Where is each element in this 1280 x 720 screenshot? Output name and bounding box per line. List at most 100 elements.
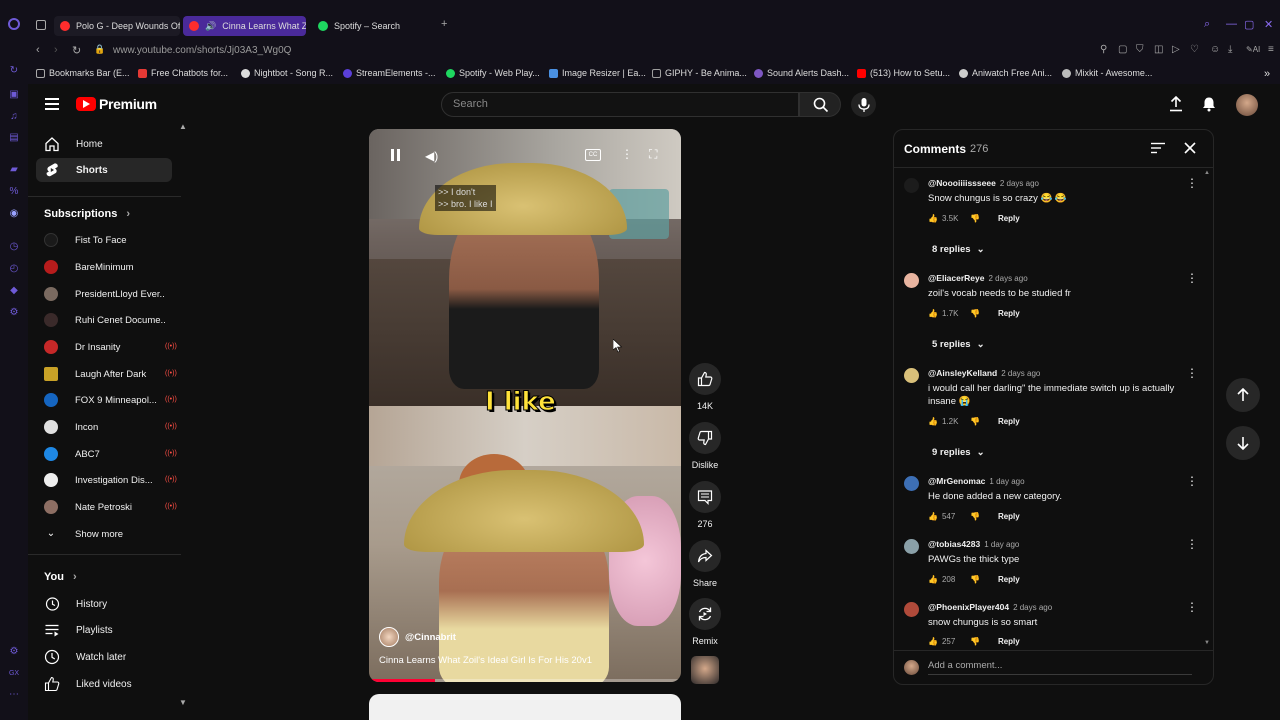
bag-icon[interactable]: ▣ — [7, 88, 21, 102]
ai-icon[interactable]: ✎AI — [1246, 45, 1262, 55]
subscription-item[interactable]: Incon ((•)) — [44, 417, 177, 437]
scroll-up-caret-icon[interactable]: ▲ — [1204, 170, 1210, 176]
reply-button[interactable]: Reply — [998, 417, 1020, 426]
heart-icon[interactable]: ♡ — [1190, 45, 1200, 55]
comment-author[interactable]: @Noooiiiissseee 2 days ago — [928, 178, 1039, 188]
comment-menu-icon[interactable]: ⋮ — [1186, 538, 1198, 550]
thumbs-up-icon[interactable]: 👍 — [928, 214, 938, 223]
comment-menu-icon[interactable]: ⋮ — [1186, 367, 1198, 379]
dislike-action[interactable]: Dislike — [687, 422, 723, 470]
tab-manager-icon[interactable] — [36, 20, 46, 30]
nav-history[interactable]: History — [36, 592, 172, 616]
comment-author[interactable]: @AinsleyKelland 2 days ago — [928, 368, 1040, 378]
thumbs-down-icon[interactable]: 👎 — [970, 575, 980, 584]
search-button[interactable] — [799, 92, 841, 117]
minimize-icon[interactable]: — — [1226, 18, 1237, 30]
thumbs-down-icon[interactable]: 👎 — [970, 512, 980, 521]
close-icon[interactable] — [1183, 141, 1197, 155]
subscriptions-heading[interactable]: Subscriptions › — [44, 208, 130, 220]
you-heading[interactable]: You › — [44, 571, 77, 583]
account-avatar[interactable] — [1236, 94, 1258, 116]
gx-icon[interactable]: GX — [7, 667, 21, 681]
comment-menu-icon[interactable]: ⋮ — [1186, 602, 1194, 613]
discord-icon[interactable]: ◉ — [7, 207, 21, 221]
settings-gear-icon[interactable]: ⚙ — [7, 306, 21, 320]
nav-playlists[interactable]: Playlists — [36, 618, 172, 642]
volume-icon[interactable]: ◀) — [425, 149, 438, 163]
previous-short-button[interactable] — [1226, 378, 1260, 412]
subscription-item[interactable]: ABC7 ((•)) — [44, 444, 177, 464]
bookmark-item[interactable]: GIPHY - Be Anima... — [652, 68, 747, 78]
subscription-item[interactable]: Dr Insanity ((•)) — [44, 337, 177, 357]
nav-liked-videos[interactable]: Liked videos — [36, 672, 172, 696]
menu-icon[interactable]: ≡ — [1268, 45, 1278, 55]
tiles-icon[interactable]: ▤ — [7, 131, 21, 145]
commenter-avatar[interactable] — [904, 368, 919, 383]
thumbs-down-icon[interactable]: 👎 — [970, 417, 980, 426]
nav-shorts[interactable]: Shorts — [36, 158, 172, 182]
reply-button[interactable]: Reply — [998, 637, 1020, 646]
comment-menu-icon[interactable]: ⋮ — [1186, 177, 1198, 189]
clock-icon[interactable]: ◷ — [7, 240, 21, 254]
comment-author[interactable]: @tobias4283 1 day ago — [928, 539, 1019, 549]
sort-icon[interactable] — [1151, 142, 1165, 154]
view-replies-button[interactable]: 9 replies ⌄ — [932, 447, 985, 458]
subscription-item[interactable]: PresidentLloyd Ever... — [44, 284, 174, 304]
add-comment-input[interactable]: Add a comment... — [928, 660, 1192, 675]
sidebar-settings-icon[interactable]: ⚙ — [7, 645, 21, 659]
more-dots-icon[interactable]: ⋯ — [7, 688, 21, 702]
commenter-avatar[interactable] — [904, 273, 919, 288]
bookmark-item[interactable]: Aniwatch Free Ani... — [959, 68, 1052, 78]
thumbs-down-icon[interactable]: 👎 — [970, 309, 980, 318]
captions-button[interactable]: CC — [585, 149, 601, 161]
thumbs-up-icon[interactable]: 👍 — [928, 637, 938, 646]
view-replies-button[interactable]: 8 replies ⌄ — [932, 244, 985, 255]
next-short-button[interactable] — [1226, 426, 1260, 460]
nav-home[interactable]: Home — [36, 132, 172, 156]
show-more-button[interactable]: ⌄ Show more — [44, 524, 174, 544]
vpn-icon[interactable]: ◫ — [1154, 45, 1164, 55]
tab-polo-g[interactable]: Polo G - Deep Wounds Off — [54, 16, 180, 36]
new-tab-icon[interactable]: + — [441, 18, 447, 30]
channel-avatar[interactable] — [379, 627, 399, 647]
shield-icon[interactable]: ⛉ — [1136, 45, 1146, 55]
thumbs-up-icon[interactable]: 👍 — [928, 417, 938, 426]
upload-icon[interactable] — [1168, 96, 1184, 112]
search-input[interactable]: Search — [441, 92, 799, 117]
share-button[interactable] — [689, 540, 721, 572]
subscription-item[interactable]: Ruhi Cenet Docume... — [44, 310, 174, 330]
reply-button[interactable]: Reply — [998, 512, 1020, 521]
voice-search-button[interactable] — [851, 92, 876, 117]
dislike-button[interactable] — [689, 422, 721, 454]
back-icon[interactable]: ‹ — [36, 44, 40, 56]
reply-button[interactable]: Reply — [998, 575, 1020, 584]
commenter-avatar[interactable] — [904, 476, 919, 491]
sound-source-thumbnail[interactable] — [691, 656, 719, 684]
speaker-icon[interactable]: 🔊 — [205, 21, 216, 32]
commenter-avatar[interactable] — [904, 178, 919, 193]
subscription-item[interactable]: Laugh After Dark ((•)) — [44, 364, 177, 384]
opera-logo-icon[interactable] — [8, 18, 20, 30]
comments-action[interactable]: 276 — [687, 481, 723, 529]
reply-button[interactable]: Reply — [998, 214, 1020, 223]
more-options-icon[interactable]: ⋮ — [621, 147, 633, 161]
shorts-video-player[interactable]: >> I don't >> bro. I like I ◀) CC ⋮ ⛶ I … — [369, 129, 681, 682]
subscription-item[interactable]: Nate Petroski ((•)) — [44, 497, 177, 517]
scroll-down-caret-icon[interactable]: ▼ — [1204, 640, 1210, 646]
thumbs-up-icon[interactable]: 👍 — [928, 575, 938, 584]
percent-icon[interactable]: % — [7, 185, 21, 199]
channel-name[interactable]: @Cinnabrit — [405, 632, 456, 643]
profile-icon[interactable]: ☺ — [1210, 45, 1220, 55]
recent-icon[interactable]: ◴ — [7, 262, 21, 276]
maximize-icon[interactable]: ▢ — [1244, 18, 1254, 31]
remix-action[interactable]: Remix — [687, 598, 723, 646]
thumbs-down-icon[interactable]: 👎 — [970, 637, 980, 646]
music-icon[interactable]: ♫ — [7, 110, 21, 124]
comment-author[interactable]: @PhoenixPlayer404 2 days ago — [928, 602, 1052, 612]
youtube-logo[interactable]: Premium — [76, 96, 157, 112]
close-window-icon[interactable]: ✕ — [1264, 18, 1273, 31]
lock-icon[interactable]: 🔒 — [94, 44, 105, 55]
play-icon[interactable]: ▷ — [1172, 45, 1182, 55]
pin-icon[interactable]: ⚲ — [1100, 45, 1110, 55]
scroll-up-caret-icon[interactable]: ▲ — [179, 122, 187, 131]
